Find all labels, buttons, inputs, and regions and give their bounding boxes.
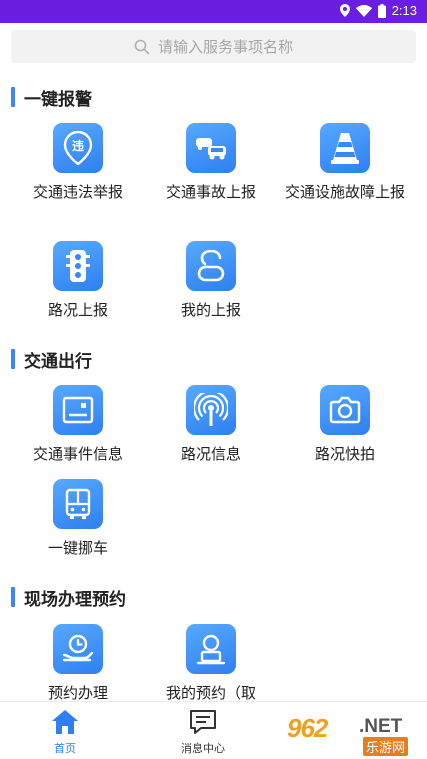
tab-messages[interactable]: 消息中心	[138, 708, 268, 756]
battery-icon	[377, 3, 386, 18]
tile-accident-report[interactable]: 交通事故上报	[146, 123, 276, 205]
section-title-travel: 交通出行	[11, 348, 92, 371]
tile-label: 交通事件信息	[32, 446, 123, 463]
section-title-appointment: 现场办理预约	[11, 586, 126, 609]
tile-road-report[interactable]: 路况上报	[13, 241, 143, 323]
watermark-net-text: .NET	[359, 716, 403, 737]
tile-label: 路况上报	[47, 302, 108, 319]
svg-text:违: 违	[72, 138, 84, 153]
tile-label: 交通设施故障上报	[284, 184, 405, 201]
event-info-icon	[53, 385, 103, 435]
tile-event-info[interactable]: 交通事件信息	[13, 385, 143, 467]
tile-label: 路况信息	[180, 446, 241, 463]
traffic-cone-icon	[320, 123, 370, 173]
location-icon	[339, 4, 350, 17]
status-bar: 2:13	[0, 0, 427, 23]
tile-appointment[interactable]: 预约办理	[13, 624, 143, 706]
section-accent-bar	[11, 349, 15, 369]
tab-label: 消息中心	[181, 743, 225, 755]
wifi-icon	[355, 4, 372, 17]
section-accent-bar	[11, 587, 15, 607]
tile-facility-fault[interactable]: 交通设施故障上报	[280, 123, 410, 205]
tile-label: 路况快拍	[314, 446, 375, 463]
car-accident-icon	[186, 123, 236, 173]
tile-my-appointment[interactable]: 我的预约（取	[146, 624, 276, 706]
traffic-light-icon	[53, 241, 103, 291]
section-title-text: 现场办理预约	[24, 589, 126, 609]
section-title-text: 交通出行	[24, 351, 92, 371]
tile-my-reports[interactable]: 我的上报	[146, 241, 276, 323]
violation-report-icon: 违	[53, 123, 103, 173]
status-time: 2:13	[391, 3, 417, 18]
tab-home[interactable]: 首页	[0, 708, 130, 756]
tile-quick-photo[interactable]: 路况快拍	[280, 385, 410, 467]
tile-label: 交通事故上报	[165, 184, 256, 201]
broadcast-icon	[186, 385, 236, 435]
bus-icon	[53, 479, 103, 529]
tile-label: 我的上报	[180, 302, 241, 319]
site-watermark: 962 .NET 乐游网	[287, 713, 423, 756]
section-title-alarm: 一键报警	[11, 86, 92, 109]
message-icon	[138, 708, 268, 736]
watermark-site-name: 乐游网	[363, 737, 409, 756]
search-icon	[134, 39, 150, 55]
camera-icon	[320, 385, 370, 435]
tile-label: 一键挪车	[47, 540, 108, 557]
home-icon	[0, 708, 130, 736]
tab-label: 首页	[54, 743, 76, 755]
appointment-icon	[53, 624, 103, 674]
tile-violation-report[interactable]: 违 交通违法举报	[13, 123, 143, 205]
search-placeholder: 请输入服务事项名称	[157, 39, 293, 56]
search-bar[interactable]: 请输入服务事项名称	[11, 30, 416, 63]
tile-road-info[interactable]: 路况信息	[146, 385, 276, 467]
my-reports-icon	[186, 241, 236, 291]
tile-label: 交通违法举报	[32, 184, 123, 201]
watermark-logo-text: 962	[287, 713, 328, 743]
section-title-text: 一键报警	[24, 89, 92, 109]
tile-move-car[interactable]: 一键挪车	[13, 479, 143, 561]
my-appointment-icon	[186, 624, 236, 674]
section-accent-bar	[11, 87, 15, 107]
